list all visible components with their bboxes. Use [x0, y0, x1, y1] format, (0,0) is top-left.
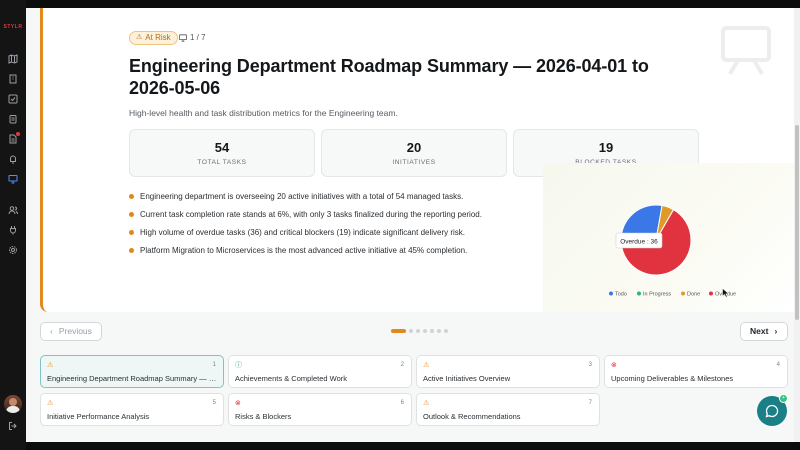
pagination-dot[interactable]	[444, 329, 448, 333]
page-title: Engineering Department Roadmap Summary —…	[129, 56, 649, 98]
slide-counter-text: 1 / 7	[190, 33, 206, 42]
gear-icon[interactable]	[8, 245, 18, 255]
slide-tile-7[interactable]: ⚠ 7 Outlook & Recommendations	[416, 393, 600, 426]
document-icon[interactable]	[8, 132, 20, 144]
tile-label: Achievements & Completed Work	[235, 374, 347, 383]
tile-label: Outlook & Recommendations	[423, 412, 521, 421]
building-icon[interactable]	[8, 74, 18, 84]
tile-number: 5	[212, 400, 216, 406]
scrollbar[interactable]	[794, 8, 800, 442]
slide-tile-5[interactable]: ⚠ 5 Initiative Performance Analysis	[40, 393, 224, 426]
chart-tooltip-text: Overdue : 36	[620, 239, 658, 246]
sidebar: STYLR	[0, 0, 26, 450]
presentation-icon[interactable]	[8, 174, 18, 184]
pagination-dot[interactable]	[416, 329, 420, 333]
chat-badge: +	[779, 394, 788, 403]
stat-value: 20	[406, 140, 422, 155]
stat-total-tasks: 54 TOTAL TASKS	[129, 129, 315, 177]
users-icon[interactable]	[8, 205, 18, 215]
slide-tile-1[interactable]: ⚠ 1 Engineering Department Roadmap Summary…	[40, 355, 224, 388]
error-icon: ⊗	[235, 400, 241, 407]
chevron-right-icon: ›	[774, 326, 778, 336]
legend-swatch	[709, 291, 713, 296]
stat-value: 19	[598, 140, 614, 155]
legend-swatch	[637, 291, 641, 296]
pagination-dot[interactable]	[409, 329, 413, 333]
list-item: Engineering department is overseeing 20 …	[129, 191, 529, 209]
logout-icon[interactable]	[8, 421, 18, 431]
warning-icon: ⚠	[423, 400, 430, 407]
tile-label: Engineering Department Roadmap Summary —…	[47, 374, 219, 383]
slide-tile-2[interactable]: ⓘ 2 Achievements & Completed Work	[228, 355, 412, 388]
legend-swatch	[681, 291, 685, 296]
presentation-icon	[718, 22, 774, 78]
stat-initiatives: 20 INITIATIVES	[321, 129, 507, 177]
pagination-dot[interactable]	[423, 329, 427, 333]
info-icon: ⓘ	[235, 362, 242, 369]
plug-icon[interactable]	[8, 225, 18, 235]
tile-label: Active Initiatives Overview	[423, 374, 511, 383]
pagination-dot[interactable]	[391, 329, 406, 333]
tile-number: 4	[776, 362, 780, 368]
previous-button-label: Previous	[58, 326, 92, 336]
slide-pagination	[391, 329, 448, 333]
status-badge: ⚠ At Risk	[129, 31, 178, 45]
main-content: ⚠ At Risk 1 / 7 Engineering Department R…	[26, 8, 800, 442]
stat-value: 54	[214, 140, 230, 155]
next-button-label: Next	[750, 326, 769, 336]
warning-icon: ⚠	[47, 362, 54, 369]
status-badge-label: At Risk	[145, 33, 171, 42]
tile-label: Initiative Performance Analysis	[47, 412, 150, 421]
legend-label[interactable]: Done	[687, 292, 700, 298]
tile-number: 6	[400, 400, 404, 406]
pie-chart-svg: Overdue : 36TodoIn ProgressDoneOverdue	[609, 204, 736, 298]
notification-dot	[16, 132, 20, 136]
pagination-dot[interactable]	[437, 329, 441, 333]
previous-button[interactable]: ‹ Previous	[40, 322, 102, 341]
chevron-left-icon: ‹	[50, 326, 53, 336]
monitor-icon	[179, 34, 187, 42]
chart-tooltip: Overdue : 36	[615, 232, 663, 249]
tile-label: Risks & Blockers	[235, 412, 292, 421]
list-item: Current task completion rate stands at 6…	[129, 209, 529, 227]
tile-number: 2	[400, 362, 404, 368]
chat-icon	[765, 404, 779, 418]
task-distribution-chart: Overdue : 36TodoIn ProgressDoneOverdue	[543, 163, 797, 312]
tile-number: 1	[212, 362, 216, 368]
map-icon[interactable]	[8, 54, 18, 64]
slide-tile-4[interactable]: ⊗ 4 Upcoming Deliverables & Milestones	[604, 355, 788, 388]
tile-number: 7	[588, 400, 592, 406]
pagination-dot[interactable]	[430, 329, 434, 333]
next-button[interactable]: Next ›	[740, 322, 788, 341]
bell-icon[interactable]	[8, 154, 18, 164]
user-avatar[interactable]	[4, 395, 22, 413]
scrollbar-thumb[interactable]	[795, 125, 799, 320]
warning-icon: ⚠	[423, 362, 430, 369]
slide-tile-6[interactable]: ⊗ 6 Risks & Blockers	[228, 393, 412, 426]
tile-label: Upcoming Deliverables & Milestones	[611, 374, 734, 383]
checkbox-icon[interactable]	[8, 94, 18, 104]
page-subtitle: High-level health and task distribution …	[129, 108, 398, 118]
list-item: High volume of overdue tasks (36) and cr…	[129, 227, 529, 245]
list-item: Platform Migration to Microservices is t…	[129, 245, 529, 263]
summary-bullets: Engineering department is overseeing 20 …	[129, 191, 529, 263]
slide-tile-3[interactable]: ⚠ 3 Active Initiatives Overview	[416, 355, 600, 388]
tile-number: 3	[588, 362, 592, 368]
stat-label: TOTAL TASKS	[197, 159, 247, 166]
stat-label: INITIATIVES	[392, 159, 436, 166]
warning-icon: ⚠	[136, 34, 143, 41]
legend-label[interactable]: Todo	[615, 292, 627, 298]
warning-icon: ⚠	[47, 400, 54, 407]
legend-label[interactable]: In Progress	[643, 292, 671, 298]
mouse-cursor-icon	[722, 288, 730, 298]
brand-logo: STYLR	[3, 24, 23, 30]
error-icon: ⊗	[611, 362, 617, 369]
legend-swatch	[609, 291, 613, 296]
slide-counter: 1 / 7	[179, 31, 206, 45]
slide-card: ⚠ At Risk 1 / 7 Engineering Department R…	[40, 8, 797, 312]
clipboard-icon[interactable]	[8, 114, 18, 124]
